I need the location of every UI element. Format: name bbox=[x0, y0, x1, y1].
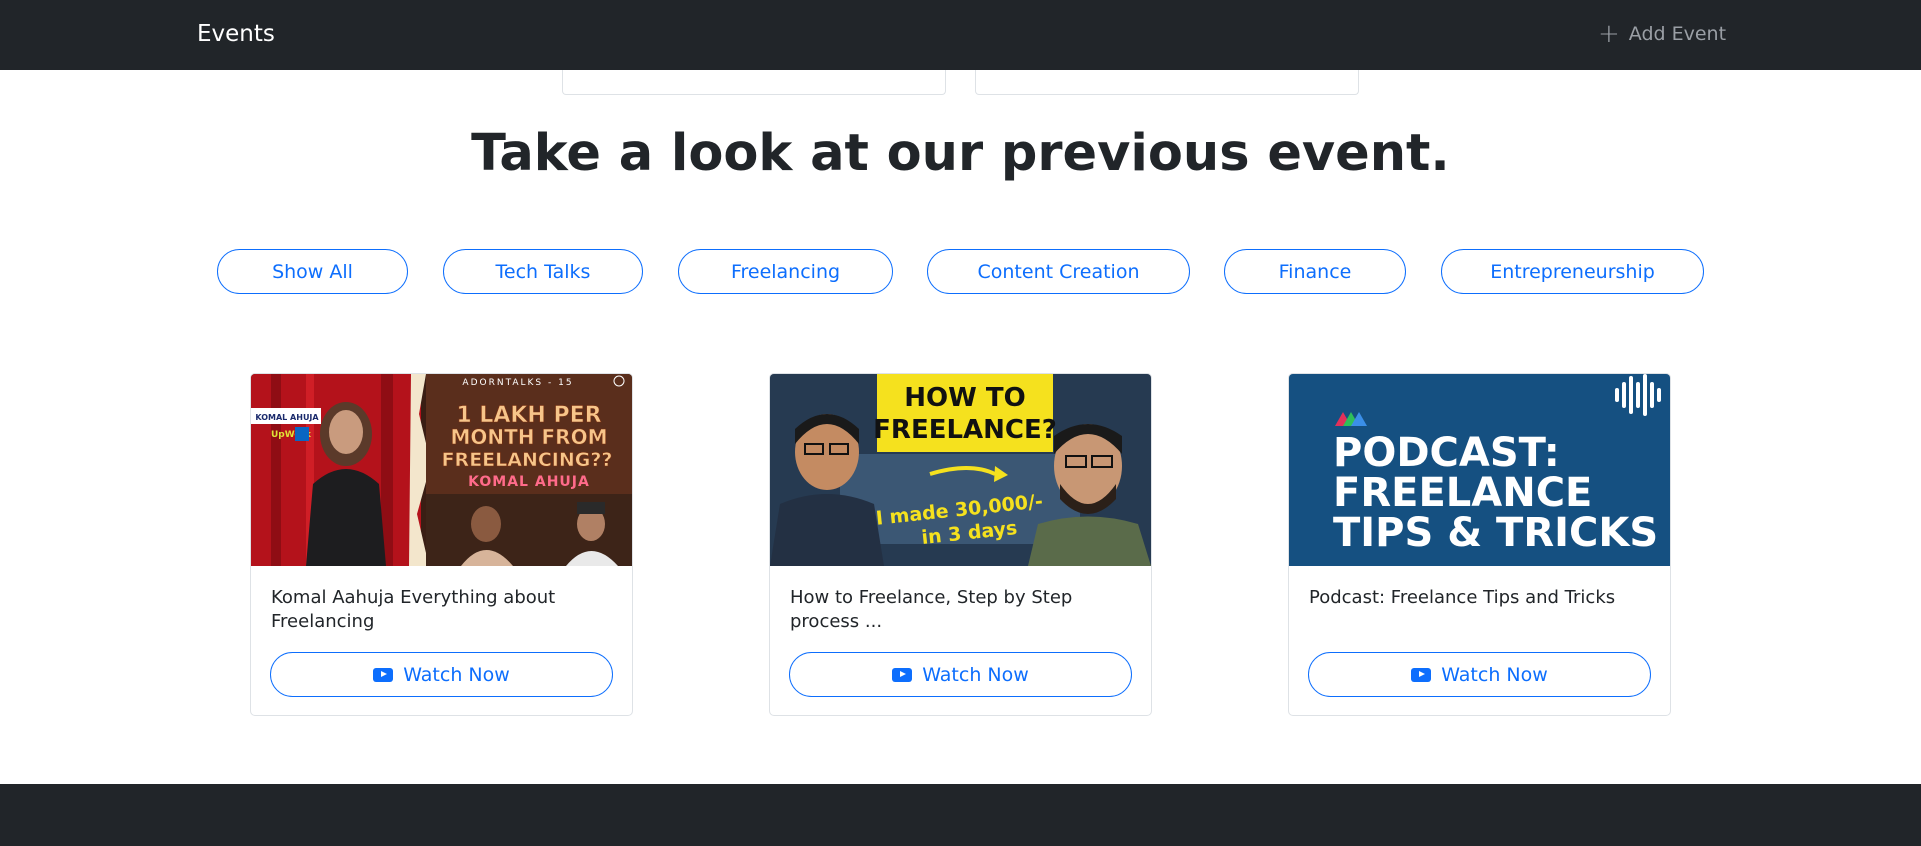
thumb-headline-2: MONTH FROM bbox=[451, 425, 608, 449]
section-heading: Take a look at our previous event. bbox=[471, 124, 1450, 183]
add-event-label: Add Event bbox=[1628, 23, 1727, 45]
upcoming-event-card-bottom bbox=[562, 70, 946, 95]
filter-freelancing[interactable]: Freelancing bbox=[678, 249, 893, 294]
event-thumbnail[interactable]: KOMAL AHUJA UpWork ADORNTALKS - 15 1 LAK… bbox=[251, 374, 632, 566]
upcoming-event-card-bottom bbox=[975, 70, 1359, 95]
plus-icon: + bbox=[1598, 19, 1620, 49]
event-thumbnail[interactable]: HOW TO FREELANCE? I made 30,000/- in 3 d… bbox=[770, 374, 1151, 566]
top-navbar: Events + Add Event bbox=[0, 0, 1921, 70]
filter-finance[interactable]: Finance bbox=[1224, 249, 1406, 294]
thumb-line-3: TIPS & TRICKS bbox=[1333, 510, 1658, 556]
thumb-banner-2: FREELANCE? bbox=[873, 415, 1057, 445]
thumb-speaker-name: KOMAL AHUJA bbox=[468, 474, 590, 490]
filter-content-creation[interactable]: Content Creation bbox=[927, 249, 1190, 294]
event-card: HOW TO FREELANCE? I made 30,000/- in 3 d… bbox=[769, 373, 1152, 716]
event-title: How to Freelance, Step by Step process .… bbox=[790, 587, 1073, 632]
watch-now-button[interactable]: Watch Now bbox=[270, 652, 613, 697]
navbar-brand[interactable]: Events bbox=[197, 21, 275, 47]
event-card: PODCAST: FREELANCE TIPS & TRICKS Podcast… bbox=[1288, 373, 1671, 716]
watch-now-button[interactable]: Watch Now bbox=[1308, 652, 1651, 697]
thumb-series: ADORNTALKS - 15 bbox=[462, 378, 573, 388]
event-card: KOMAL AHUJA UpWork ADORNTALKS - 15 1 LAK… bbox=[250, 373, 633, 716]
youtube-icon bbox=[1411, 667, 1432, 682]
filter-entrepreneurship[interactable]: Entrepreneurship bbox=[1441, 249, 1704, 294]
youtube-icon bbox=[373, 667, 394, 682]
watch-now-label: Watch Now bbox=[403, 663, 510, 686]
thumb-banner-1: HOW TO bbox=[904, 383, 1025, 413]
watch-now-button[interactable]: Watch Now bbox=[789, 652, 1132, 697]
event-title: Komal Aahuja Everything about Freelancin… bbox=[271, 587, 556, 632]
watch-now-label: Watch Now bbox=[1441, 663, 1548, 686]
thumb-badge-name: KOMAL AHUJA bbox=[255, 413, 319, 422]
page-footer bbox=[0, 784, 1921, 846]
thumb-headline-3: FREELANCING?? bbox=[442, 449, 613, 471]
filter-show-all[interactable]: Show All bbox=[217, 249, 408, 294]
filter-tech-talks[interactable]: Tech Talks bbox=[443, 249, 643, 294]
event-title: Podcast: Freelance Tips and Tricks bbox=[1309, 587, 1616, 608]
add-event-link[interactable]: + Add Event bbox=[1598, 19, 1727, 49]
watch-now-label: Watch Now bbox=[922, 663, 1029, 686]
event-thumbnail[interactable]: PODCAST: FREELANCE TIPS & TRICKS bbox=[1289, 374, 1670, 566]
youtube-icon bbox=[892, 667, 913, 682]
